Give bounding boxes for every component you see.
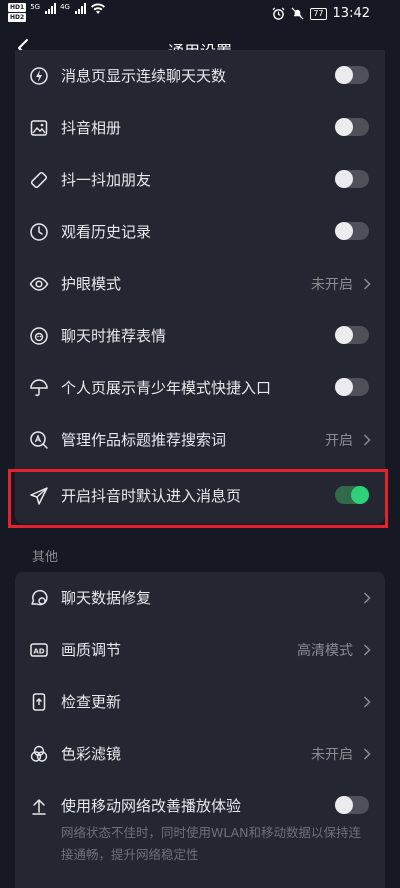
upload-arrow-icon	[29, 796, 49, 816]
battery-level: 77	[310, 7, 327, 20]
setting-row-teen-entry[interactable]: 个人页展示青少年模式快捷入口	[15, 362, 385, 414]
toggle-switch[interactable]	[335, 66, 369, 84]
toggle-switch[interactable]	[335, 796, 369, 814]
setting-label: 护眼模式	[61, 275, 122, 293]
setting-row-eye-mode[interactable]: 护眼模式 未开启	[15, 258, 385, 310]
chevron-right-icon	[363, 278, 371, 290]
setting-row-chat-days[interactable]: 消息页显示连续聊天天数	[15, 50, 385, 102]
status-bar: HD1 HD2 5G 4G 77 13:42	[0, 0, 400, 30]
setting-label: 抖一抖加朋友	[61, 171, 152, 189]
signal-5g-label: 5G	[30, 3, 41, 11]
setting-label: 观看历史记录	[61, 223, 152, 241]
setting-row-emoji[interactable]: 聊天时推荐表情	[15, 310, 385, 362]
color-filter-icon	[29, 744, 49, 764]
signal-bars-icon	[45, 3, 57, 14]
photo-icon	[29, 118, 49, 138]
setting-row-search-words[interactable]: 管理作品标题推荐搜索词 开启	[15, 414, 385, 466]
chevron-right-icon	[363, 644, 371, 656]
toggle-switch[interactable]	[335, 222, 369, 240]
setting-label: 使用移动网络改善播放体验	[61, 797, 242, 815]
network-description: 网络状态不佳时，同时使用WLAN和移动数据以保持连接通畅，提升网络稳定性	[61, 825, 362, 862]
chat-repair-icon	[29, 588, 49, 608]
ad-quality-icon: AD	[29, 640, 49, 660]
setting-row-shake-friend[interactable]: 抖一抖加朋友	[15, 154, 385, 206]
setting-row-quality[interactable]: AD 画质调节 高清模式	[15, 624, 385, 676]
eye-icon	[29, 274, 49, 294]
clock-icon	[29, 222, 49, 242]
signal-4g-label: 4G	[60, 3, 70, 11]
lightning-icon	[29, 66, 49, 86]
toggle-switch[interactable]	[335, 326, 369, 344]
setting-label: 画质调节	[61, 641, 122, 659]
chevron-right-icon	[363, 696, 371, 708]
search-a-icon	[29, 430, 49, 450]
clock-time: 13:42	[332, 6, 370, 21]
setting-label: 个人页展示青少年模式快捷入口	[61, 379, 272, 397]
section-title-other: 其他	[32, 550, 59, 565]
setting-value: 未开启	[311, 277, 353, 293]
setting-label: 聊天数据修复	[61, 589, 152, 607]
setting-label: 抖音相册	[61, 119, 122, 137]
shake-icon	[29, 170, 49, 190]
mute-bell-icon	[291, 7, 304, 20]
hd2-badge: HD2	[8, 13, 27, 22]
signal-bars-icon-2	[74, 3, 86, 14]
setting-label: 聊天时推荐表情	[61, 327, 167, 345]
emoji-icon	[29, 326, 49, 346]
setting-row-album[interactable]: 抖音相册	[15, 102, 385, 154]
setting-row-color-filter[interactable]: 色彩滤镜 未开启	[15, 728, 385, 780]
umbrella-icon	[29, 378, 49, 398]
setting-row-history[interactable]: 观看历史记录	[15, 206, 385, 258]
setting-label: 检查更新	[61, 693, 122, 711]
setting-label: 消息页显示连续聊天天数	[61, 67, 227, 85]
setting-value: 未开启	[311, 747, 353, 763]
setting-value: 开启	[325, 433, 353, 449]
chevron-right-icon	[363, 748, 371, 760]
wifi-icon	[90, 3, 105, 14]
toggle-switch[interactable]	[335, 378, 369, 396]
setting-label: 色彩滤镜	[61, 745, 122, 763]
toggle-switch[interactable]	[335, 118, 369, 136]
chevron-right-icon	[363, 592, 371, 604]
update-icon	[29, 692, 49, 712]
toggle-switch[interactable]	[335, 170, 369, 188]
hd1-badge: HD1	[8, 3, 27, 12]
svg-text:AD: AD	[33, 648, 44, 656]
setting-row-check-update[interactable]: 检查更新	[15, 676, 385, 728]
setting-row-chat-repair[interactable]: 聊天数据修复	[15, 572, 385, 624]
highlight-box	[8, 469, 388, 528]
setting-label: 管理作品标题推荐搜索词	[61, 431, 227, 449]
chevron-right-icon	[363, 434, 371, 446]
alarm-icon	[272, 7, 285, 20]
setting-value: 高清模式	[297, 643, 353, 659]
